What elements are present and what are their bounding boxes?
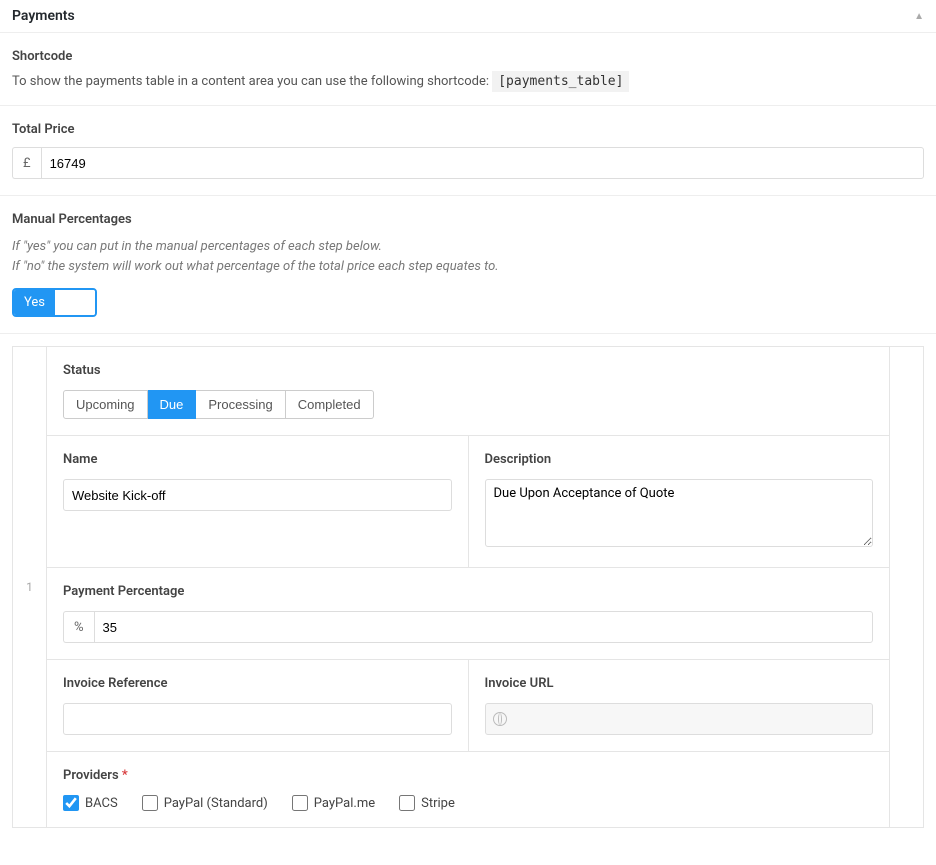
status-button-group: Upcoming Due Processing Completed [63, 390, 374, 419]
description-textarea[interactable] [485, 479, 874, 547]
percent-prefix: % [63, 611, 94, 643]
invoice-url-input[interactable] [485, 703, 874, 735]
provider-bacs[interactable]: BACS [63, 795, 118, 811]
status-option-due[interactable]: Due [148, 390, 197, 419]
provider-bacs-label: BACS [85, 796, 118, 811]
provider-paypal-standard-checkbox[interactable] [142, 795, 158, 811]
panel-header: Payments ▲ [0, 0, 936, 33]
total-price-input[interactable] [41, 147, 924, 179]
repeater-row: 1 Status Upcoming Due Processing Complet… [12, 346, 924, 828]
percentage-cell: Payment Percentage % [47, 568, 889, 660]
toggle-slider [55, 290, 95, 315]
provider-stripe[interactable]: Stripe [399, 795, 455, 811]
panel-title: Payments [12, 8, 75, 24]
invoice-url-cell: Invoice URL [468, 660, 890, 752]
invoice-url-label: Invoice URL [485, 676, 874, 691]
globe-icon [485, 703, 874, 735]
manual-percentages-toggle[interactable]: Yes [12, 288, 97, 317]
provider-paypalme-checkbox[interactable] [292, 795, 308, 811]
repeater-container: 1 Status Upcoming Due Processing Complet… [0, 334, 936, 840]
repeater-right-handle[interactable] [889, 347, 923, 827]
provider-stripe-checkbox[interactable] [399, 795, 415, 811]
total-price-input-group: £ [12, 147, 924, 179]
toggle-yes-label: Yes [14, 290, 55, 315]
provider-bacs-checkbox[interactable] [63, 795, 79, 811]
provider-paypalme[interactable]: PayPal.me [292, 795, 375, 811]
status-option-completed[interactable]: Completed [286, 390, 374, 419]
status-cell: Status Upcoming Due Processing Completed [47, 347, 889, 436]
provider-paypal-standard[interactable]: PayPal (Standard) [142, 795, 268, 811]
description-cell: Description [468, 436, 890, 568]
collapse-icon[interactable]: ▲ [914, 11, 924, 22]
invoice-ref-label: Invoice Reference [63, 676, 452, 691]
percentage-label: Payment Percentage [63, 584, 873, 599]
providers-label: Providers * [63, 768, 873, 783]
provider-stripe-label: Stripe [421, 796, 455, 811]
status-option-upcoming[interactable]: Upcoming [63, 390, 148, 419]
name-input[interactable] [63, 479, 452, 511]
providers-row: BACS PayPal (Standard) PayPal.me St [63, 795, 873, 811]
invoice-ref-cell: Invoice Reference [47, 660, 468, 752]
name-label: Name [63, 452, 452, 467]
repeater-body: Status Upcoming Due Processing Completed… [47, 347, 889, 827]
provider-paypalme-label: PayPal.me [314, 796, 375, 811]
manual-percentages-help2: If "no" the system will work out what pe… [12, 257, 924, 277]
currency-prefix: £ [12, 147, 41, 179]
total-price-label: Total Price [12, 122, 924, 137]
providers-label-text: Providers [63, 768, 119, 783]
status-option-processing[interactable]: Processing [196, 390, 285, 419]
providers-cell: Providers * BACS PayPal (Standard) [47, 752, 889, 827]
percentage-input[interactable] [94, 611, 873, 643]
manual-percentages-help1: If "yes" you can put in the manual perce… [12, 237, 924, 257]
manual-percentages-section: Manual Percentages If "yes" you can put … [0, 196, 936, 334]
provider-paypal-standard-label: PayPal (Standard) [164, 796, 268, 811]
shortcode-text-before: To show the payments table in a content … [12, 74, 492, 89]
manual-percentages-label: Manual Percentages [12, 212, 924, 227]
required-star-icon: * [122, 768, 128, 783]
status-label: Status [63, 363, 873, 378]
repeater-index-handle[interactable]: 1 [13, 347, 47, 827]
shortcode-label: Shortcode [12, 49, 924, 64]
shortcode-section: Shortcode To show the payments table in … [0, 33, 936, 106]
shortcode-code: [payments_table] [492, 71, 629, 92]
repeater-index: 1 [26, 580, 33, 594]
description-label: Description [485, 452, 874, 467]
shortcode-text: To show the payments table in a content … [12, 74, 924, 89]
name-cell: Name [47, 436, 468, 568]
invoice-ref-input[interactable] [63, 703, 452, 735]
total-price-section: Total Price £ [0, 106, 936, 196]
